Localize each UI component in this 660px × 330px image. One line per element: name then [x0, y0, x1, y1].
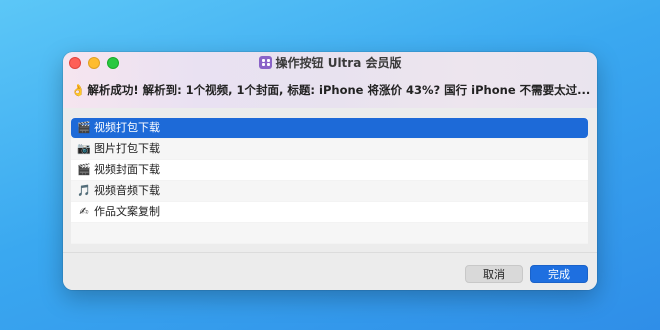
list-item-video-pack-download[interactable]: 🎬 视频打包下载: [71, 118, 588, 138]
result-message-text: 解析成功! 解析到: 1个视频, 1个封面, 标题: iPhone 将涨价 43…: [87, 83, 591, 97]
writing-hand-icon: ✍: [79, 205, 89, 218]
list-empty-row: [71, 223, 588, 243]
dialog-footer: 取消 完成: [63, 252, 597, 290]
list-item-label: 视频打包下载: [94, 121, 160, 134]
action-list: 🎬 视频打包下载 📷 图片打包下载 🎬 视频封面下载 🎵 视频音频下载 ✍ 作品文案复制: [71, 118, 588, 244]
shortcuts-app-icon: [258, 56, 272, 69]
ok-hand-icon: 👌: [71, 83, 86, 97]
camera-icon: 📷: [77, 142, 91, 155]
done-button[interactable]: 完成: [530, 265, 588, 283]
list-item-video-audio-download[interactable]: 🎵 视频音频下载: [71, 181, 588, 201]
title-bar: 操作按钮 Ultra 会员版 👌 解析成功! 解析到: 1个视频, 1个封面, 标…: [63, 52, 597, 108]
window-title-text: 操作按钮 Ultra 会员版: [275, 56, 402, 70]
clapper-board-icon: 🎬: [77, 121, 91, 134]
list-item-label: 视频封面下载: [94, 163, 160, 176]
dialog-window: 操作按钮 Ultra 会员版 👌 解析成功! 解析到: 1个视频, 1个封面, 标…: [63, 52, 597, 290]
list-item-label: 视频音频下载: [94, 184, 160, 197]
list-item-copy-caption[interactable]: ✍ 作品文案复制: [71, 202, 588, 222]
result-message: 👌 解析成功! 解析到: 1个视频, 1个封面, 标题: iPhone 将涨价 4…: [71, 82, 591, 98]
music-note-icon: 🎵: [77, 184, 91, 197]
cancel-button[interactable]: 取消: [465, 265, 523, 283]
list-item-label: 作品文案复制: [94, 205, 160, 218]
list-item-image-pack-download[interactable]: 📷 图片打包下载: [71, 139, 588, 159]
list-item-video-cover-download[interactable]: 🎬 视频封面下载: [71, 160, 588, 180]
list-item-label: 图片打包下载: [94, 142, 160, 155]
window-title: 操作按钮 Ultra 会员版: [63, 55, 597, 71]
clapper-board-icon: 🎬: [77, 163, 91, 176]
